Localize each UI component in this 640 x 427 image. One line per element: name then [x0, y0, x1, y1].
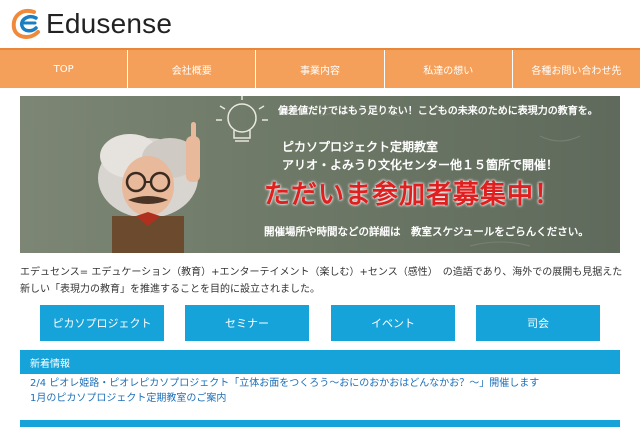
nav-item-company[interactable]: 会社概要: [127, 50, 255, 88]
news-item[interactable]: 2/4 ピオレ姫路・ピオレピカソプロジェクト「立体お面をつくろう～おにのおかおは…: [30, 376, 620, 391]
news-title: 新着情報: [30, 358, 70, 370]
banner-tagline: 偏差値だけではもう足りない！こどもの未来のために表現力の教育を。: [278, 106, 598, 117]
nav-item-contact[interactable]: 各種お問い合わせ先: [511, 50, 640, 88]
site-logo[interactable]: Edusense: [8, 4, 172, 44]
logo-mark-icon: [11, 9, 40, 39]
child-figure: [98, 122, 200, 253]
intro-text: エデュセンス= エデュケーション（教育）+エンターテイメント（楽しむ）+センス（…: [20, 267, 623, 295]
lightbulb-icon: [216, 96, 268, 142]
main-nav: TOP 会社概要 事業内容 私達の想い 各種お問い合わせ先: [0, 48, 640, 88]
hero-banner[interactable]: 偏差値だけではもう足りない！こどもの未来のために表現力の教育を。 ピカソプロジェ…: [20, 96, 620, 253]
news-list: 2/4 ピオレ姫路・ピオレピカソプロジェクト「立体お面をつくろう～おにのおかおは…: [30, 376, 620, 406]
news-header: 新着情報: [20, 350, 620, 374]
category-buttons: ピカソプロジェクト セミナー イベント 司会: [40, 305, 600, 341]
banner-note: 開催場所や時間などの詳細は 教室スケジュールをごらんください。: [264, 226, 589, 238]
nav-item-philosophy[interactable]: 私達の想い: [383, 50, 512, 88]
seminar-button[interactable]: セミナー: [185, 305, 309, 341]
site-header: Edusense: [0, 0, 640, 48]
event-button[interactable]: イベント: [331, 305, 455, 341]
nav-item-business[interactable]: 事業内容: [255, 50, 383, 88]
news-item[interactable]: 1月のピカソプロジェクト定期教室のご案内: [30, 391, 620, 406]
banner-program-venues: アリオ・よみうり文化センター他１５箇所で開催！: [282, 158, 559, 172]
picasso-project-button[interactable]: ピカソプロジェクト: [40, 305, 164, 341]
banner-program-title: ピカソプロジェクト定期教室: [282, 140, 439, 154]
nav-item-top[interactable]: TOP: [0, 50, 127, 88]
banner-headline: ただいま参加者募集中！: [264, 180, 562, 210]
next-section-header: [20, 420, 620, 427]
logo-text: Edusense: [46, 8, 173, 39]
mc-button[interactable]: 司会: [476, 305, 600, 341]
